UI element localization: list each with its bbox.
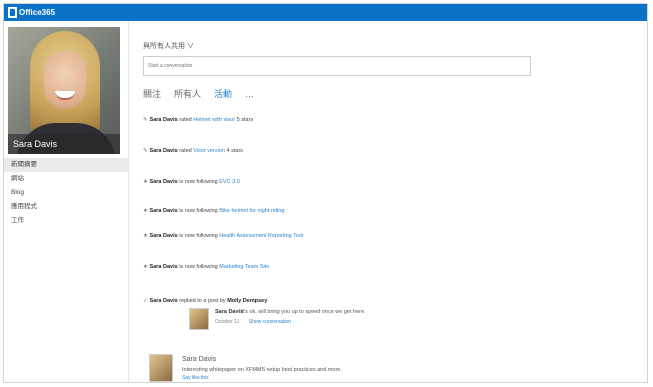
feed-target-link[interactable]: Molly Dempsey bbox=[227, 298, 267, 304]
tab-everyone[interactable]: 所有人 bbox=[174, 87, 201, 100]
profile-photo[interactable]: Sara Davis bbox=[8, 27, 120, 154]
feed-item: ✎ Sara Davis rated Helmet with visor 5 s… bbox=[143, 117, 253, 123]
feed-target-link[interactable]: Visor version bbox=[193, 148, 225, 154]
feed-item: ★ Sara Davis is now following Health Ass… bbox=[143, 233, 303, 239]
sidebar-item-apps[interactable]: 應用程式 bbox=[4, 200, 128, 214]
reply-meta: October 11 Show conversation bbox=[215, 319, 291, 325]
feed-target-link[interactable]: Marketing Team Site bbox=[219, 264, 269, 270]
show-conversation-link[interactable]: Show conversation bbox=[249, 319, 291, 325]
post-author[interactable]: Sara Davis bbox=[182, 356, 216, 363]
feed-tabs: 關注 所有人 活動 … bbox=[143, 87, 267, 100]
post-text: Interesting whitepaper on XFMMS setup be… bbox=[182, 367, 342, 373]
feed-target-link[interactable]: Bike helmet for night riding bbox=[219, 208, 284, 214]
brand-label: Office365 bbox=[19, 8, 56, 17]
feed-tail-text: 5 stars bbox=[236, 117, 254, 123]
feed-action-text: is now following bbox=[179, 264, 218, 270]
profile-name: Sara Davis bbox=[8, 134, 120, 154]
reply-date: October 11 bbox=[215, 319, 240, 325]
feed-target-link[interactable]: Helmet with visor bbox=[193, 117, 235, 123]
feed-user-link[interactable]: Sara Davis bbox=[150, 179, 178, 185]
feed-user-link[interactable]: Sara Davis bbox=[150, 148, 178, 154]
feed-action-text: is now following bbox=[179, 179, 218, 185]
tab-activity[interactable]: 活動 bbox=[214, 87, 232, 100]
feed-action-text: rated bbox=[179, 148, 192, 154]
conversation-input[interactable] bbox=[143, 56, 531, 76]
feed-item: ★ Sara Davis is now following EVC 3.0 bbox=[143, 179, 240, 185]
avatar[interactable] bbox=[189, 308, 209, 330]
feed-user-link[interactable]: Sara Davis bbox=[150, 117, 178, 123]
feed-user-link[interactable]: Sara Davis bbox=[150, 264, 178, 270]
follow-icon: ★ bbox=[143, 264, 148, 270]
rating-icon: ✎ bbox=[143, 117, 148, 123]
share-with-dropdown[interactable]: 與所有人共用 ∨ bbox=[143, 41, 194, 51]
sidebar-item-newsfeed[interactable]: 新聞摘要 bbox=[4, 158, 128, 172]
rating-icon: ✎ bbox=[143, 148, 148, 154]
feed-action-text: rated bbox=[179, 117, 192, 123]
main-content: 與所有人共用 ∨ 關注 所有人 活動 … ✎ Sara Davis rated … bbox=[141, 21, 641, 382]
feed-action-text: replied to a post by bbox=[179, 298, 226, 304]
sidebar-item-blog[interactable]: Blog bbox=[4, 186, 128, 200]
sidebar: Sara Davis 新聞摘要 網站 Blog 應用程式 工作 bbox=[4, 21, 129, 382]
feed-target-link[interactable]: Health Assessment Reporting Tool bbox=[219, 233, 303, 239]
sidebar-nav: 新聞摘要 網站 Blog 應用程式 工作 bbox=[4, 158, 128, 228]
reply-card: Sara Davis It's ok, will bring you up to… bbox=[189, 308, 429, 332]
reply-text: It's ok, will bring you up to speed once… bbox=[241, 309, 366, 315]
follow-icon: ★ bbox=[143, 233, 148, 239]
feed-item: ★ Sara Davis is now following Marketing … bbox=[143, 264, 269, 270]
app-window: Office365 Sara Davis 新聞摘要 網站 Blog 應用程式 工… bbox=[3, 3, 648, 383]
reply-icon: ✓ bbox=[143, 298, 148, 304]
feed-action-text: is now following bbox=[179, 233, 218, 239]
feed-item: ✓ Sara Davis replied to a post by Molly … bbox=[143, 298, 267, 304]
feed-user-link[interactable]: Sara Davis bbox=[150, 208, 178, 214]
avatar[interactable] bbox=[149, 354, 173, 382]
follow-icon: ★ bbox=[143, 208, 148, 214]
top-bar: Office365 bbox=[4, 4, 647, 21]
office365-logo[interactable]: Office365 bbox=[8, 6, 55, 19]
feed-action-text: is now following bbox=[179, 208, 218, 214]
reply-author[interactable]: Sara Davis bbox=[215, 309, 243, 315]
office-icon bbox=[8, 7, 17, 18]
feed-user-link[interactable]: Sara Davis bbox=[150, 233, 178, 239]
feed-tail-text: 4 stars bbox=[226, 148, 244, 154]
tab-more[interactable]: … bbox=[245, 89, 254, 99]
feed-user-link[interactable]: Sara Davis bbox=[150, 298, 178, 304]
follow-icon: ★ bbox=[143, 179, 148, 185]
feed-item: ✎ Sara Davis rated Visor version 4 stars bbox=[143, 148, 243, 154]
feed-item: ★ Sara Davis is now following Bike helme… bbox=[143, 208, 284, 214]
feed-target-link[interactable]: EVC 3.0 bbox=[219, 179, 239, 185]
post-card: Sara Davis Interesting whitepaper on XFM… bbox=[149, 354, 409, 382]
sidebar-item-sites[interactable]: 網站 bbox=[4, 172, 128, 186]
tab-following[interactable]: 關注 bbox=[143, 87, 161, 100]
sidebar-item-tasks[interactable]: 工作 bbox=[4, 214, 128, 228]
post-action-link[interactable]: Say like this bbox=[182, 375, 209, 381]
